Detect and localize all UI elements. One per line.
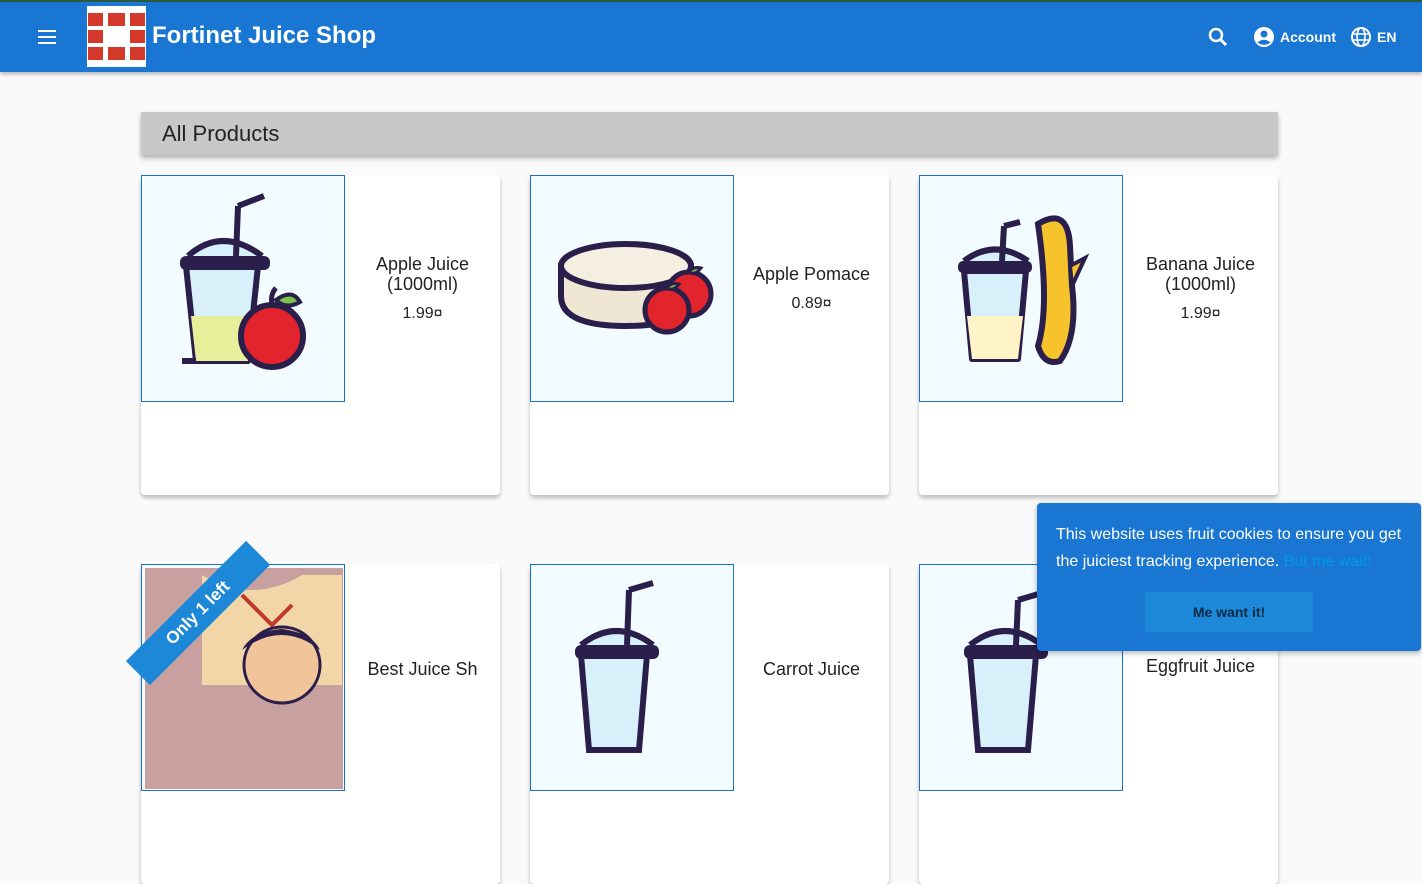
product-price: 1.99¤ bbox=[402, 305, 443, 322]
shop-title[interactable]: Fortinet Juice Shop bbox=[152, 22, 376, 50]
product-name: Best Juice Sh bbox=[367, 659, 478, 679]
product-info: Carrot Juice bbox=[734, 564, 889, 791]
search-button[interactable] bbox=[1205, 24, 1231, 50]
product-info: Best Juice Sh bbox=[345, 564, 500, 791]
globe-icon bbox=[1351, 27, 1371, 47]
menu-button[interactable] bbox=[30, 20, 64, 54]
product-card-carrot-juice[interactable]: Carrot Juice bbox=[530, 564, 889, 884]
banana-juice-icon bbox=[958, 215, 1090, 365]
carrot-juice-icon bbox=[575, 580, 659, 753]
product-info: Banana Juice (1000ml) 1.99¤ bbox=[1123, 175, 1278, 402]
product-info: Apple Juice (1000ml) 1.99¤ bbox=[345, 175, 500, 402]
cookie-accept-button[interactable]: Me want it! bbox=[1145, 592, 1313, 632]
product-card-banana-juice[interactable]: Banana Juice (1000ml) 1.99¤ bbox=[919, 175, 1278, 495]
apple-pomace-icon bbox=[558, 241, 714, 335]
apple-juice-icon bbox=[180, 193, 306, 370]
account-label: Account bbox=[1280, 29, 1336, 45]
cookie-learn-more-link[interactable]: But me wait! bbox=[1284, 553, 1372, 570]
product-name: Banana Juice (1000ml) bbox=[1145, 254, 1256, 294]
product-image bbox=[530, 175, 734, 402]
product-name: Eggfruit Juice bbox=[1145, 656, 1256, 676]
product-image bbox=[141, 175, 345, 402]
product-image bbox=[141, 564, 345, 791]
product-info: Apple Pomace 0.89¤ bbox=[734, 175, 889, 402]
product-price: 0.89¤ bbox=[791, 295, 832, 312]
product-image bbox=[530, 564, 734, 791]
search-icon bbox=[1208, 27, 1228, 47]
top-toolbar: Fortinet Juice Shop Account EN bbox=[0, 0, 1422, 72]
all-products-heading-bar: All Products bbox=[141, 112, 1278, 155]
language-button[interactable]: EN bbox=[1350, 24, 1396, 50]
cookie-message: This website uses fruit cookies to ensur… bbox=[1056, 521, 1406, 575]
shop-logo[interactable] bbox=[87, 6, 146, 67]
juice-shop-artwork bbox=[145, 568, 343, 789]
product-name: Apple Pomace bbox=[752, 264, 871, 284]
account-button[interactable]: Account bbox=[1253, 24, 1336, 50]
product-card-apple-juice[interactable]: Apple Juice (1000ml) 1.99¤ bbox=[141, 175, 500, 495]
product-image bbox=[919, 175, 1123, 402]
product-card-apple-pomace[interactable]: Apple Pomace 0.89¤ bbox=[530, 175, 889, 495]
product-name: Apple Juice (1000ml) bbox=[375, 254, 470, 294]
fortinet-logo-icon bbox=[88, 13, 145, 60]
account-circle-icon bbox=[1254, 27, 1274, 47]
language-label: EN bbox=[1377, 29, 1397, 45]
cookie-consent-banner: This website uses fruit cookies to ensur… bbox=[1037, 503, 1421, 651]
product-price: 1.99¤ bbox=[1180, 305, 1221, 322]
product-name: Carrot Juice bbox=[762, 659, 861, 679]
page-title: All Products bbox=[162, 121, 280, 146]
product-card-best-juice-shop[interactable]: Only 1 left Best Juice Sh bbox=[125, 540, 500, 884]
